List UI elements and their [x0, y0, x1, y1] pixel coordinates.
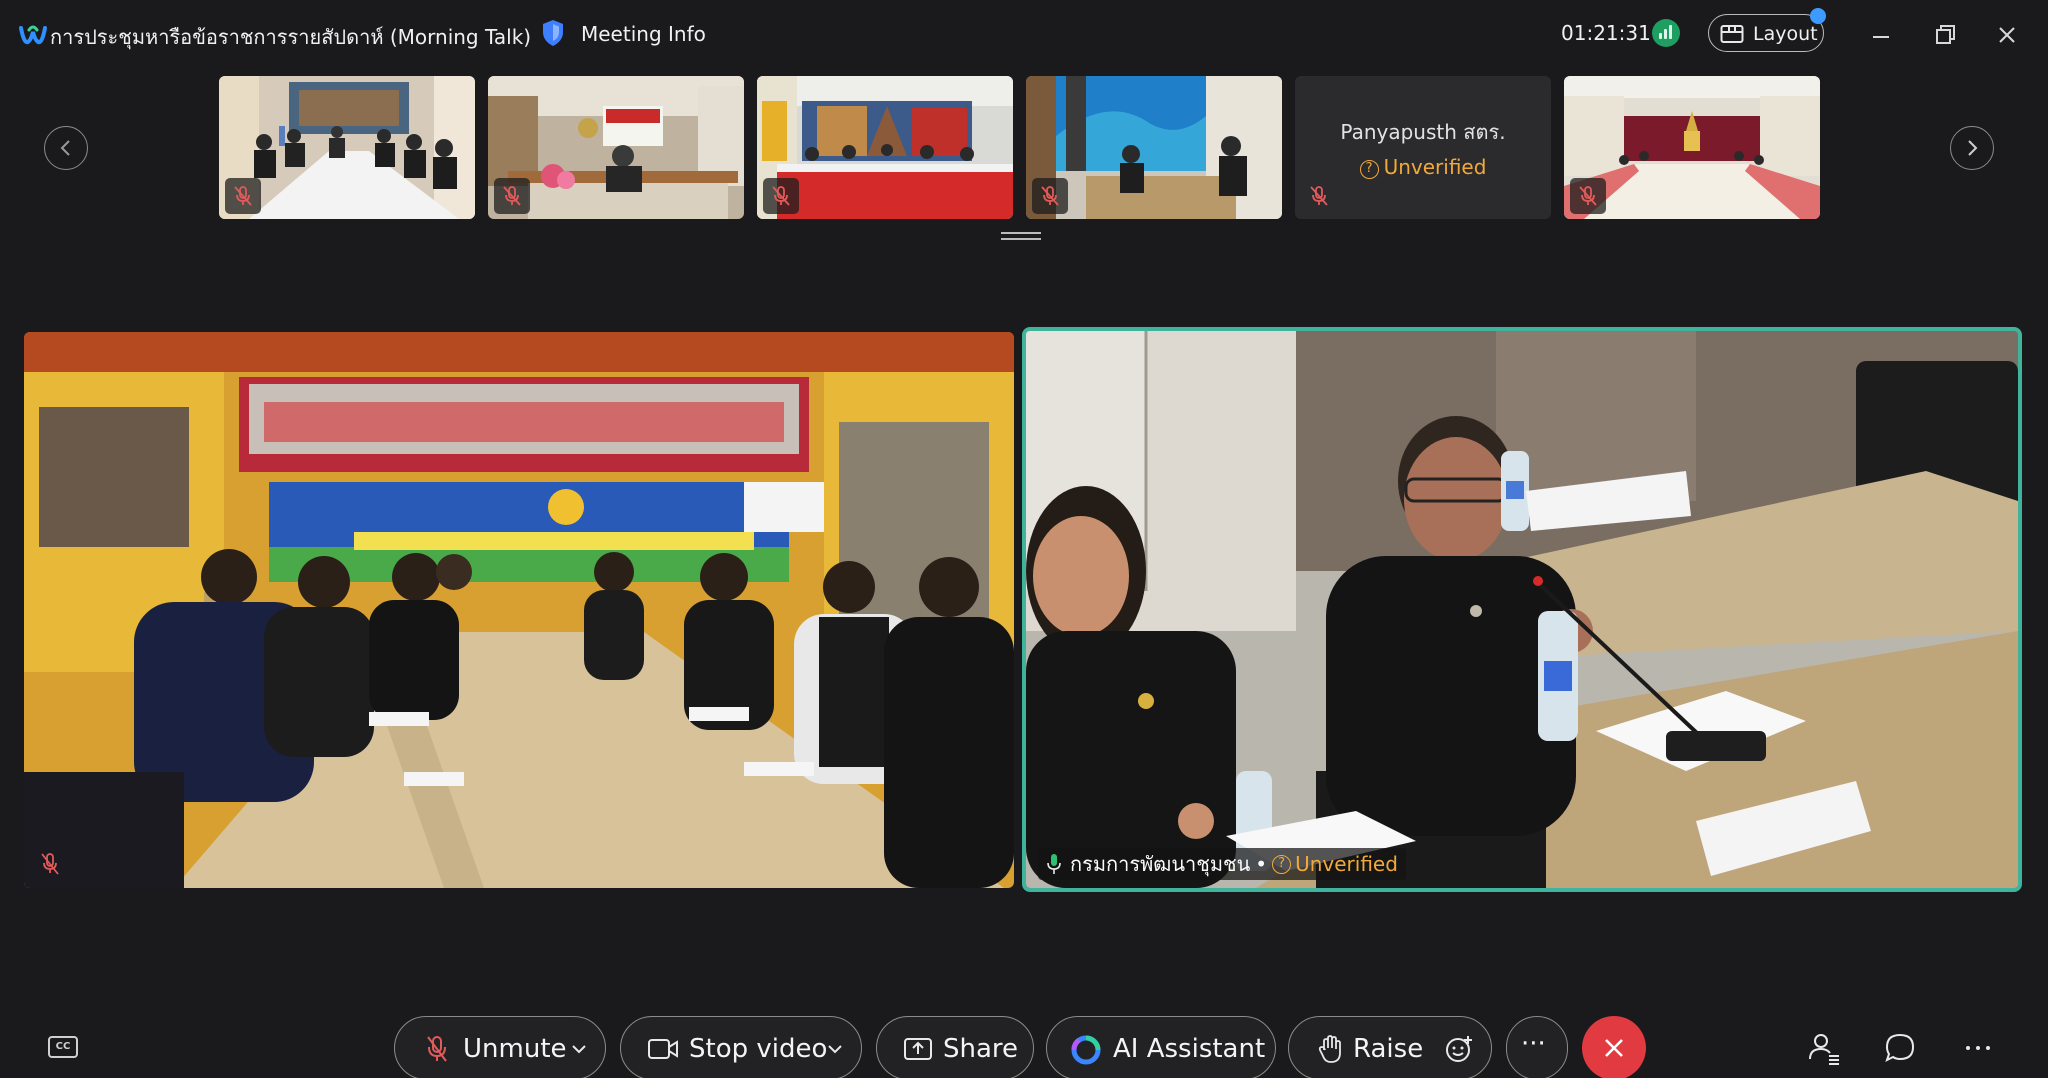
webex-logo-icon: [19, 25, 47, 45]
question-icon: ?: [1359, 160, 1379, 179]
thumbnails-next-button[interactable]: [1950, 126, 1994, 170]
video-feed: [24, 332, 1014, 888]
muted-mic-badge: [1301, 178, 1337, 214]
mic-off-icon: [503, 186, 521, 206]
mic-off-icon: [1579, 186, 1597, 206]
ai-assistant-label: AI Assistant: [1113, 1034, 1266, 1064]
muted-mic-badge: [225, 178, 261, 214]
participant-thumbnail[interactable]: [757, 76, 1013, 219]
more-label: ···: [1521, 1029, 1546, 1059]
layout-label: Layout: [1753, 23, 1818, 45]
mic-off-icon: [772, 186, 790, 206]
meeting-title: การประชุมหารือข้อราชการรายสัปดาห์ (Morni…: [50, 25, 532, 49]
layout-grid-icon: [1720, 25, 1744, 43]
network-health-icon[interactable]: [1652, 19, 1680, 47]
main-video-left[interactable]: [24, 332, 1014, 888]
raise-hand-icon: [1318, 1035, 1341, 1063]
mic-off-icon: [41, 853, 59, 875]
meeting-info-link[interactable]: Meeting Info: [581, 22, 706, 46]
leave-meeting-button[interactable]: [1582, 1016, 1646, 1078]
participant-name-label: กรมการพัฒนาชุมชน • ? Unverified: [1038, 848, 1406, 880]
mic-off-icon: [1310, 186, 1328, 206]
stop-video-label: Stop video: [689, 1034, 828, 1064]
main-video-active-speaker[interactable]: กรมการพัฒนาชุมชน • ? Unverified: [1022, 327, 2022, 892]
thumbnails-prev-button[interactable]: [44, 126, 88, 170]
separator: •: [1255, 852, 1268, 876]
chevron-down-icon[interactable]: [571, 1041, 587, 1057]
chevron-right-icon: [1968, 140, 1978, 156]
participant-thumbnail[interactable]: Panyapusth สตร. ? Unverified: [1295, 76, 1551, 219]
close-icon[interactable]: [1990, 18, 2024, 52]
unmute-button[interactable]: Unmute: [394, 1016, 606, 1078]
notification-dot: [1810, 8, 1826, 24]
unmute-label: Unmute: [463, 1034, 567, 1064]
stop-video-button[interactable]: Stop video: [620, 1016, 862, 1078]
ai-assistant-icon: [1071, 1035, 1101, 1065]
participants-icon[interactable]: [1806, 1030, 1842, 1066]
ai-assistant-button[interactable]: AI Assistant: [1046, 1016, 1276, 1078]
share-label: Share: [943, 1034, 1019, 1064]
title-bar: การประชุมหารือข้อราชการรายสัปดาห์ (Morni…: [0, 0, 2048, 70]
share-button[interactable]: Share: [876, 1016, 1034, 1078]
participant-thumbnail[interactable]: [1026, 76, 1282, 219]
chevron-left-icon: [60, 140, 70, 156]
more-options-icon[interactable]: [1960, 1030, 1996, 1066]
muted-mic-badge: [494, 178, 530, 214]
video-feed: [1026, 331, 2018, 888]
mic-off-icon: [234, 186, 252, 206]
muted-mic-badge: [1032, 178, 1068, 214]
more-options-button[interactable]: ···: [1506, 1016, 1568, 1078]
raise-label: Raise: [1353, 1034, 1424, 1064]
camera-icon: [648, 1039, 678, 1059]
mic-off-icon: [427, 1036, 447, 1062]
raise-hand-button[interactable]: Raise: [1288, 1016, 1492, 1078]
mic-off-icon: [1041, 186, 1059, 206]
restore-icon[interactable]: [1928, 18, 1962, 52]
closed-captions-button[interactable]: CC: [48, 1036, 78, 1058]
muted-mic-badge: [1570, 178, 1606, 214]
participant-thumbnail[interactable]: [219, 76, 475, 219]
chat-icon[interactable]: [1882, 1030, 1918, 1066]
shield-icon[interactable]: [540, 18, 566, 48]
reactions-icon[interactable]: [1444, 1034, 1474, 1064]
minimize-icon[interactable]: [1864, 18, 1898, 52]
close-icon: [1605, 1039, 1623, 1057]
layout-button[interactable]: Layout: [1708, 14, 1824, 52]
share-screen-icon: [904, 1038, 932, 1060]
participant-thumbnail[interactable]: [1564, 76, 1820, 219]
speaker-name: กรมการพัฒนาชุมชน: [1070, 852, 1251, 876]
muted-mic-badge: [763, 178, 799, 214]
question-icon: ?: [1272, 854, 1292, 874]
participant-name: Panyapusth สตร.: [1340, 120, 1506, 144]
participant-thumbnail[interactable]: [488, 76, 744, 219]
chevron-down-icon[interactable]: [827, 1041, 843, 1057]
mic-on-icon: [1047, 854, 1061, 874]
resize-handle-icon[interactable]: [1001, 231, 1041, 241]
unverified-badge: ? Unverified: [1295, 155, 1551, 179]
meeting-timer: 01:21:31: [1561, 21, 1651, 45]
unverified-status: Unverified: [1295, 852, 1398, 876]
